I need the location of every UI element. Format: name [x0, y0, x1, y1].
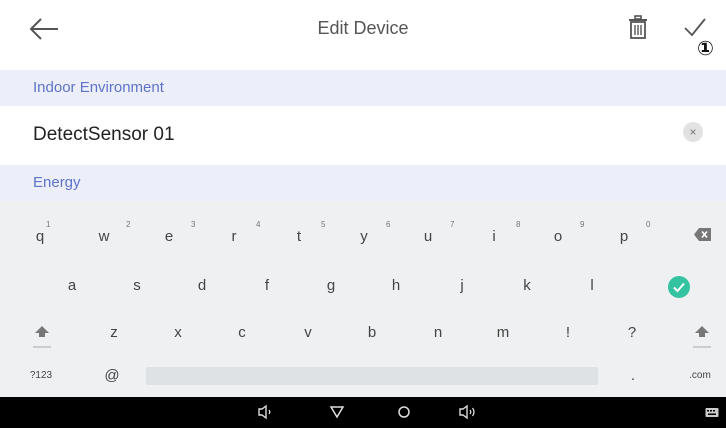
key-q[interactable]: q1	[30, 220, 51, 245]
key-v[interactable]: v	[298, 324, 318, 341]
dotcom-key[interactable]: .com	[684, 370, 716, 381]
key-h[interactable]: h	[386, 277, 406, 294]
key-b[interactable]: b	[362, 324, 382, 341]
keyboard-icon[interactable]	[705, 406, 719, 424]
shift-icon[interactable]	[30, 322, 54, 348]
annotation-badge: ①	[697, 36, 714, 60]
key-i[interactable]: i8	[484, 220, 520, 245]
soft-keyboard: q1 w2 e3 r4 t5 y6 u7 i8 o9 p0 a s d f g …	[0, 201, 726, 397]
symbols-key[interactable]: ?123	[26, 370, 56, 381]
volume-up-icon[interactable]	[458, 404, 478, 425]
key-a[interactable]: a	[62, 277, 82, 294]
key-exclamation[interactable]: !	[558, 324, 578, 341]
key-e[interactable]: e3	[159, 220, 196, 245]
key-d[interactable]: d	[192, 277, 212, 294]
spacebar[interactable]	[146, 367, 598, 385]
back-triangle-icon[interactable]	[329, 404, 345, 425]
section-label: Indoor Environment	[33, 79, 164, 96]
section-header-indoor: Indoor Environment	[0, 70, 726, 106]
key-x[interactable]: x	[168, 324, 188, 341]
key-n[interactable]: n	[428, 324, 448, 341]
section-label: Energy	[33, 174, 81, 191]
system-nav-bar	[0, 397, 726, 428]
volume-down-icon[interactable]	[257, 404, 273, 425]
key-y[interactable]: y6	[354, 220, 390, 245]
key-r[interactable]: r4	[224, 220, 261, 245]
section-header-energy: Energy	[0, 165, 726, 201]
key-question[interactable]: ?	[622, 324, 642, 341]
page-title: Edit Device	[317, 18, 409, 38]
key-p[interactable]: p0	[614, 220, 651, 245]
key-w[interactable]: w2	[94, 220, 131, 245]
key-s[interactable]: s	[127, 277, 147, 294]
key-u[interactable]: u7	[418, 220, 455, 245]
checkmark-circle-icon[interactable]	[668, 276, 690, 298]
key-c[interactable]: c	[232, 324, 252, 341]
key-m[interactable]: m	[493, 324, 513, 341]
key-j[interactable]: j	[452, 277, 472, 294]
key-at[interactable]: @	[100, 367, 124, 384]
clear-icon[interactable]: ×	[683, 122, 703, 142]
check-icon[interactable]	[683, 16, 707, 38]
key-period[interactable]: .	[626, 367, 640, 384]
home-circle-icon[interactable]	[396, 404, 412, 425]
trash-icon[interactable]	[627, 14, 649, 40]
key-o[interactable]: o9	[548, 220, 585, 245]
backspace-icon[interactable]	[692, 228, 714, 242]
key-g[interactable]: g	[321, 277, 341, 294]
key-f[interactable]: f	[257, 277, 277, 294]
key-l[interactable]: l	[582, 277, 602, 294]
key-k[interactable]: k	[517, 277, 537, 294]
device-name-field[interactable]: DetectSensor 01	[0, 106, 726, 165]
device-name-value[interactable]: DetectSensor 01	[33, 124, 175, 146]
app-header: Edit Device ①	[0, 0, 726, 62]
key-z[interactable]: z	[104, 324, 124, 341]
shift-icon[interactable]	[690, 322, 714, 348]
key-t[interactable]: t5	[289, 220, 326, 245]
